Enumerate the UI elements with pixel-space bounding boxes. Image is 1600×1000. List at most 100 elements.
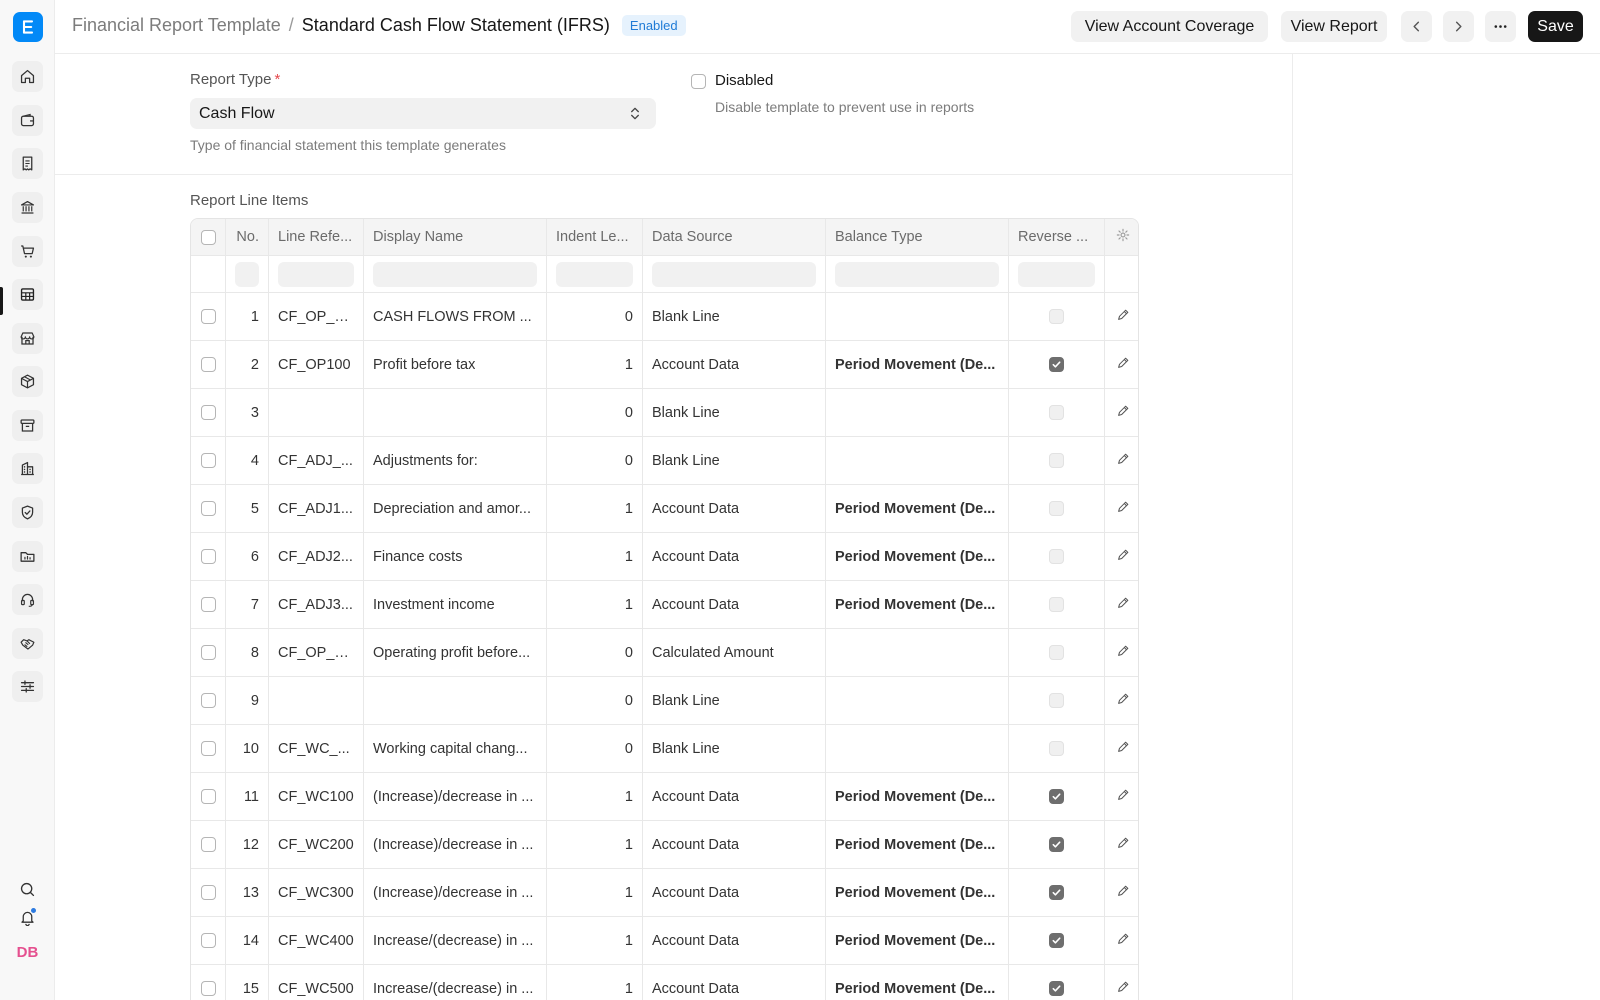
- cell-balance-type[interactable]: [826, 677, 1009, 724]
- breadcrumb-parent-link[interactable]: Financial Report Template: [72, 15, 281, 36]
- column-header-display-name[interactable]: Display Name: [364, 219, 547, 255]
- reverse-sign-checkbox[interactable]: [1049, 693, 1064, 708]
- table-row[interactable]: 13 CF_WC300 (Increase)/decrease in ... 1 Acc…: [191, 869, 1138, 917]
- cell-data-source[interactable]: Account Data: [643, 965, 826, 1000]
- cell-no[interactable]: 5: [226, 485, 269, 532]
- user-avatar[interactable]: DB: [12, 940, 43, 964]
- edit-row-button[interactable]: [1116, 692, 1130, 710]
- cell-data-source[interactable]: Account Data: [643, 869, 826, 916]
- column-header-balance-type[interactable]: Balance Type: [826, 219, 1009, 255]
- notifications-button[interactable]: [12, 905, 43, 929]
- cell-balance-type[interactable]: [826, 293, 1009, 340]
- cell-indent-level[interactable]: 1: [547, 581, 643, 628]
- cell-line-reference[interactable]: CF_WC100: [269, 773, 364, 820]
- edit-row-button[interactable]: [1116, 932, 1130, 950]
- cell-line-reference[interactable]: CF_WC200: [269, 821, 364, 868]
- cell-display-name[interactable]: Adjustments for:: [364, 437, 547, 484]
- cell-line-reference[interactable]: CF_WC300: [269, 869, 364, 916]
- reverse-sign-checkbox[interactable]: [1049, 405, 1064, 420]
- cell-indent-level[interactable]: 1: [547, 821, 643, 868]
- sidebar-item-building[interactable]: [12, 453, 43, 484]
- cell-data-source[interactable]: Blank Line: [643, 389, 826, 436]
- filter-input-line-reference[interactable]: [278, 261, 354, 287]
- table-row[interactable]: 5 CF_ADJ1... Depreciation and amor... 1 Acco…: [191, 485, 1138, 533]
- sidebar-item-cart[interactable]: [12, 236, 43, 267]
- cell-data-source[interactable]: Account Data: [643, 581, 826, 628]
- cell-balance-type[interactable]: [826, 629, 1009, 676]
- filter-input-display-name[interactable]: [373, 261, 537, 287]
- cell-no[interactable]: 14: [226, 917, 269, 964]
- cell-indent-level[interactable]: 0: [547, 677, 643, 724]
- cell-no[interactable]: 10: [226, 725, 269, 772]
- cell-data-source[interactable]: Account Data: [643, 917, 826, 964]
- report-type-select[interactable]: Cash Flow: [190, 98, 656, 129]
- cell-no[interactable]: 8: [226, 629, 269, 676]
- reverse-sign-checkbox[interactable]: [1049, 837, 1064, 852]
- edit-row-button[interactable]: [1116, 500, 1130, 518]
- cell-indent-level[interactable]: 0: [547, 725, 643, 772]
- cell-indent-level[interactable]: 1: [547, 533, 643, 580]
- cell-no[interactable]: 15: [226, 965, 269, 1000]
- cell-data-source[interactable]: Blank Line: [643, 677, 826, 724]
- row-checkbox[interactable]: [200, 597, 216, 612]
- cell-display-name[interactable]: Finance costs: [364, 533, 547, 580]
- cell-indent-level[interactable]: 1: [547, 773, 643, 820]
- filter-input-balance-type[interactable]: [835, 261, 999, 287]
- table-row[interactable]: 10 CF_WC_... Working capital chang... 0 Blan…: [191, 725, 1138, 773]
- row-checkbox[interactable]: [200, 885, 216, 900]
- reverse-sign-checkbox[interactable]: [1049, 549, 1064, 564]
- cell-indent-level[interactable]: 0: [547, 437, 643, 484]
- cell-data-source[interactable]: Account Data: [643, 341, 826, 388]
- sidebar-item-home[interactable]: [12, 61, 43, 92]
- save-button[interactable]: Save: [1528, 11, 1583, 42]
- search-button[interactable]: [12, 877, 43, 901]
- edit-row-button[interactable]: [1116, 980, 1130, 998]
- cell-display-name[interactable]: Depreciation and amor...: [364, 485, 547, 532]
- view-account-coverage-button[interactable]: View Account Coverage: [1071, 11, 1268, 42]
- cell-balance-type[interactable]: Period Movement (De...: [826, 485, 1009, 532]
- row-checkbox[interactable]: [200, 309, 216, 324]
- reverse-sign-checkbox[interactable]: [1049, 981, 1064, 996]
- row-checkbox[interactable]: [200, 789, 216, 804]
- row-checkbox[interactable]: [200, 741, 216, 756]
- table-row[interactable]: 7 CF_ADJ3... Investment income 1 Account Dat…: [191, 581, 1138, 629]
- filter-input-no[interactable]: [235, 261, 259, 287]
- cell-display-name[interactable]: CASH FLOWS FROM ...: [364, 293, 547, 340]
- edit-row-button[interactable]: [1116, 884, 1130, 902]
- filter-input-data-source[interactable]: [652, 261, 816, 287]
- cell-line-reference[interactable]: CF_ADJ2...: [269, 533, 364, 580]
- cell-indent-level[interactable]: 1: [547, 869, 643, 916]
- cell-line-reference[interactable]: CF_OP_H...: [269, 293, 364, 340]
- cell-indent-level[interactable]: 0: [547, 389, 643, 436]
- row-checkbox[interactable]: [200, 405, 216, 420]
- cell-data-source[interactable]: Account Data: [643, 821, 826, 868]
- table-row[interactable]: 2 CF_OP100 Profit before tax 1 Account Data P…: [191, 341, 1138, 389]
- row-checkbox[interactable]: [200, 549, 216, 564]
- edit-row-button[interactable]: [1116, 836, 1130, 854]
- cell-no[interactable]: 2: [226, 341, 269, 388]
- sidebar-item-sliders[interactable]: [12, 671, 43, 702]
- cell-data-source[interactable]: Account Data: [643, 773, 826, 820]
- cell-line-reference[interactable]: [269, 389, 364, 436]
- table-row[interactable]: 8 CF_OP_B... Operating profit before... 0 Ca…: [191, 629, 1138, 677]
- cell-balance-type[interactable]: Period Movement (De...: [826, 869, 1009, 916]
- cell-display-name[interactable]: Increase/(decrease) in ...: [364, 965, 547, 1000]
- edit-row-button[interactable]: [1116, 404, 1130, 422]
- cell-data-source[interactable]: Calculated Amount: [643, 629, 826, 676]
- cell-no[interactable]: 9: [226, 677, 269, 724]
- column-settings-button[interactable]: [1116, 228, 1130, 246]
- edit-row-button[interactable]: [1116, 308, 1130, 326]
- reverse-sign-checkbox[interactable]: [1049, 309, 1064, 324]
- reverse-sign-checkbox[interactable]: [1049, 501, 1064, 516]
- table-row[interactable]: 4 CF_ADJ_... Adjustments for: 0 Blank Line: [191, 437, 1138, 485]
- column-header-no[interactable]: No.: [226, 219, 269, 255]
- reverse-sign-checkbox[interactable]: [1049, 357, 1064, 372]
- cell-data-source[interactable]: Account Data: [643, 533, 826, 580]
- reverse-sign-checkbox[interactable]: [1049, 885, 1064, 900]
- cell-no[interactable]: 1: [226, 293, 269, 340]
- edit-row-button[interactable]: [1116, 740, 1130, 758]
- sidebar-item-store[interactable]: [12, 323, 43, 354]
- cell-data-source[interactable]: Blank Line: [643, 725, 826, 772]
- column-header-reverse-sign[interactable]: Reverse ...: [1009, 219, 1105, 255]
- sidebar-item-archive[interactable]: [12, 410, 43, 441]
